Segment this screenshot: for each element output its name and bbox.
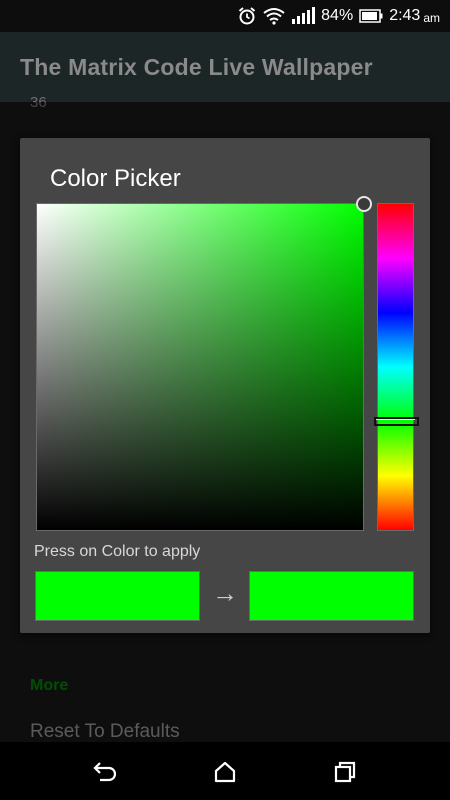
hue-slider[interactable] xyxy=(377,203,414,531)
battery-percent: 84% xyxy=(321,7,354,24)
dialog-title: Color Picker xyxy=(50,165,181,192)
alarm-icon xyxy=(237,6,257,26)
old-color-swatch[interactable] xyxy=(35,571,200,621)
clock-ampm: am xyxy=(423,10,440,25)
saturation-value-handle[interactable] xyxy=(356,196,372,212)
home-icon[interactable] xyxy=(210,757,240,787)
navigation-bar xyxy=(0,742,450,800)
new-color-swatch[interactable] xyxy=(249,571,414,621)
recents-icon[interactable] xyxy=(330,757,360,787)
category-more: More xyxy=(30,677,69,694)
arrow-icon: → xyxy=(212,578,238,608)
color-picker-dialog: Color Picker Press on Color to apply → xyxy=(20,138,430,633)
wifi-icon xyxy=(263,7,285,25)
status-bar: 84% 2:43 am xyxy=(0,0,450,32)
battery-icon xyxy=(359,9,383,23)
hue-slider-handle-line xyxy=(376,419,415,420)
back-icon[interactable] xyxy=(90,757,120,787)
setting-value-partial: 36 xyxy=(30,94,47,111)
apply-hint: Press on Color to apply xyxy=(34,543,201,560)
app-bar: The Matrix Code Live Wallpaper xyxy=(0,32,450,102)
app-title: The Matrix Code Live Wallpaper xyxy=(20,53,373,80)
clock-time: 2:43 xyxy=(389,7,421,24)
saturation-value-panel[interactable] xyxy=(36,203,364,531)
reset-to-defaults-item[interactable]: Reset To Defaults xyxy=(30,721,180,743)
signal-icon xyxy=(291,7,316,25)
